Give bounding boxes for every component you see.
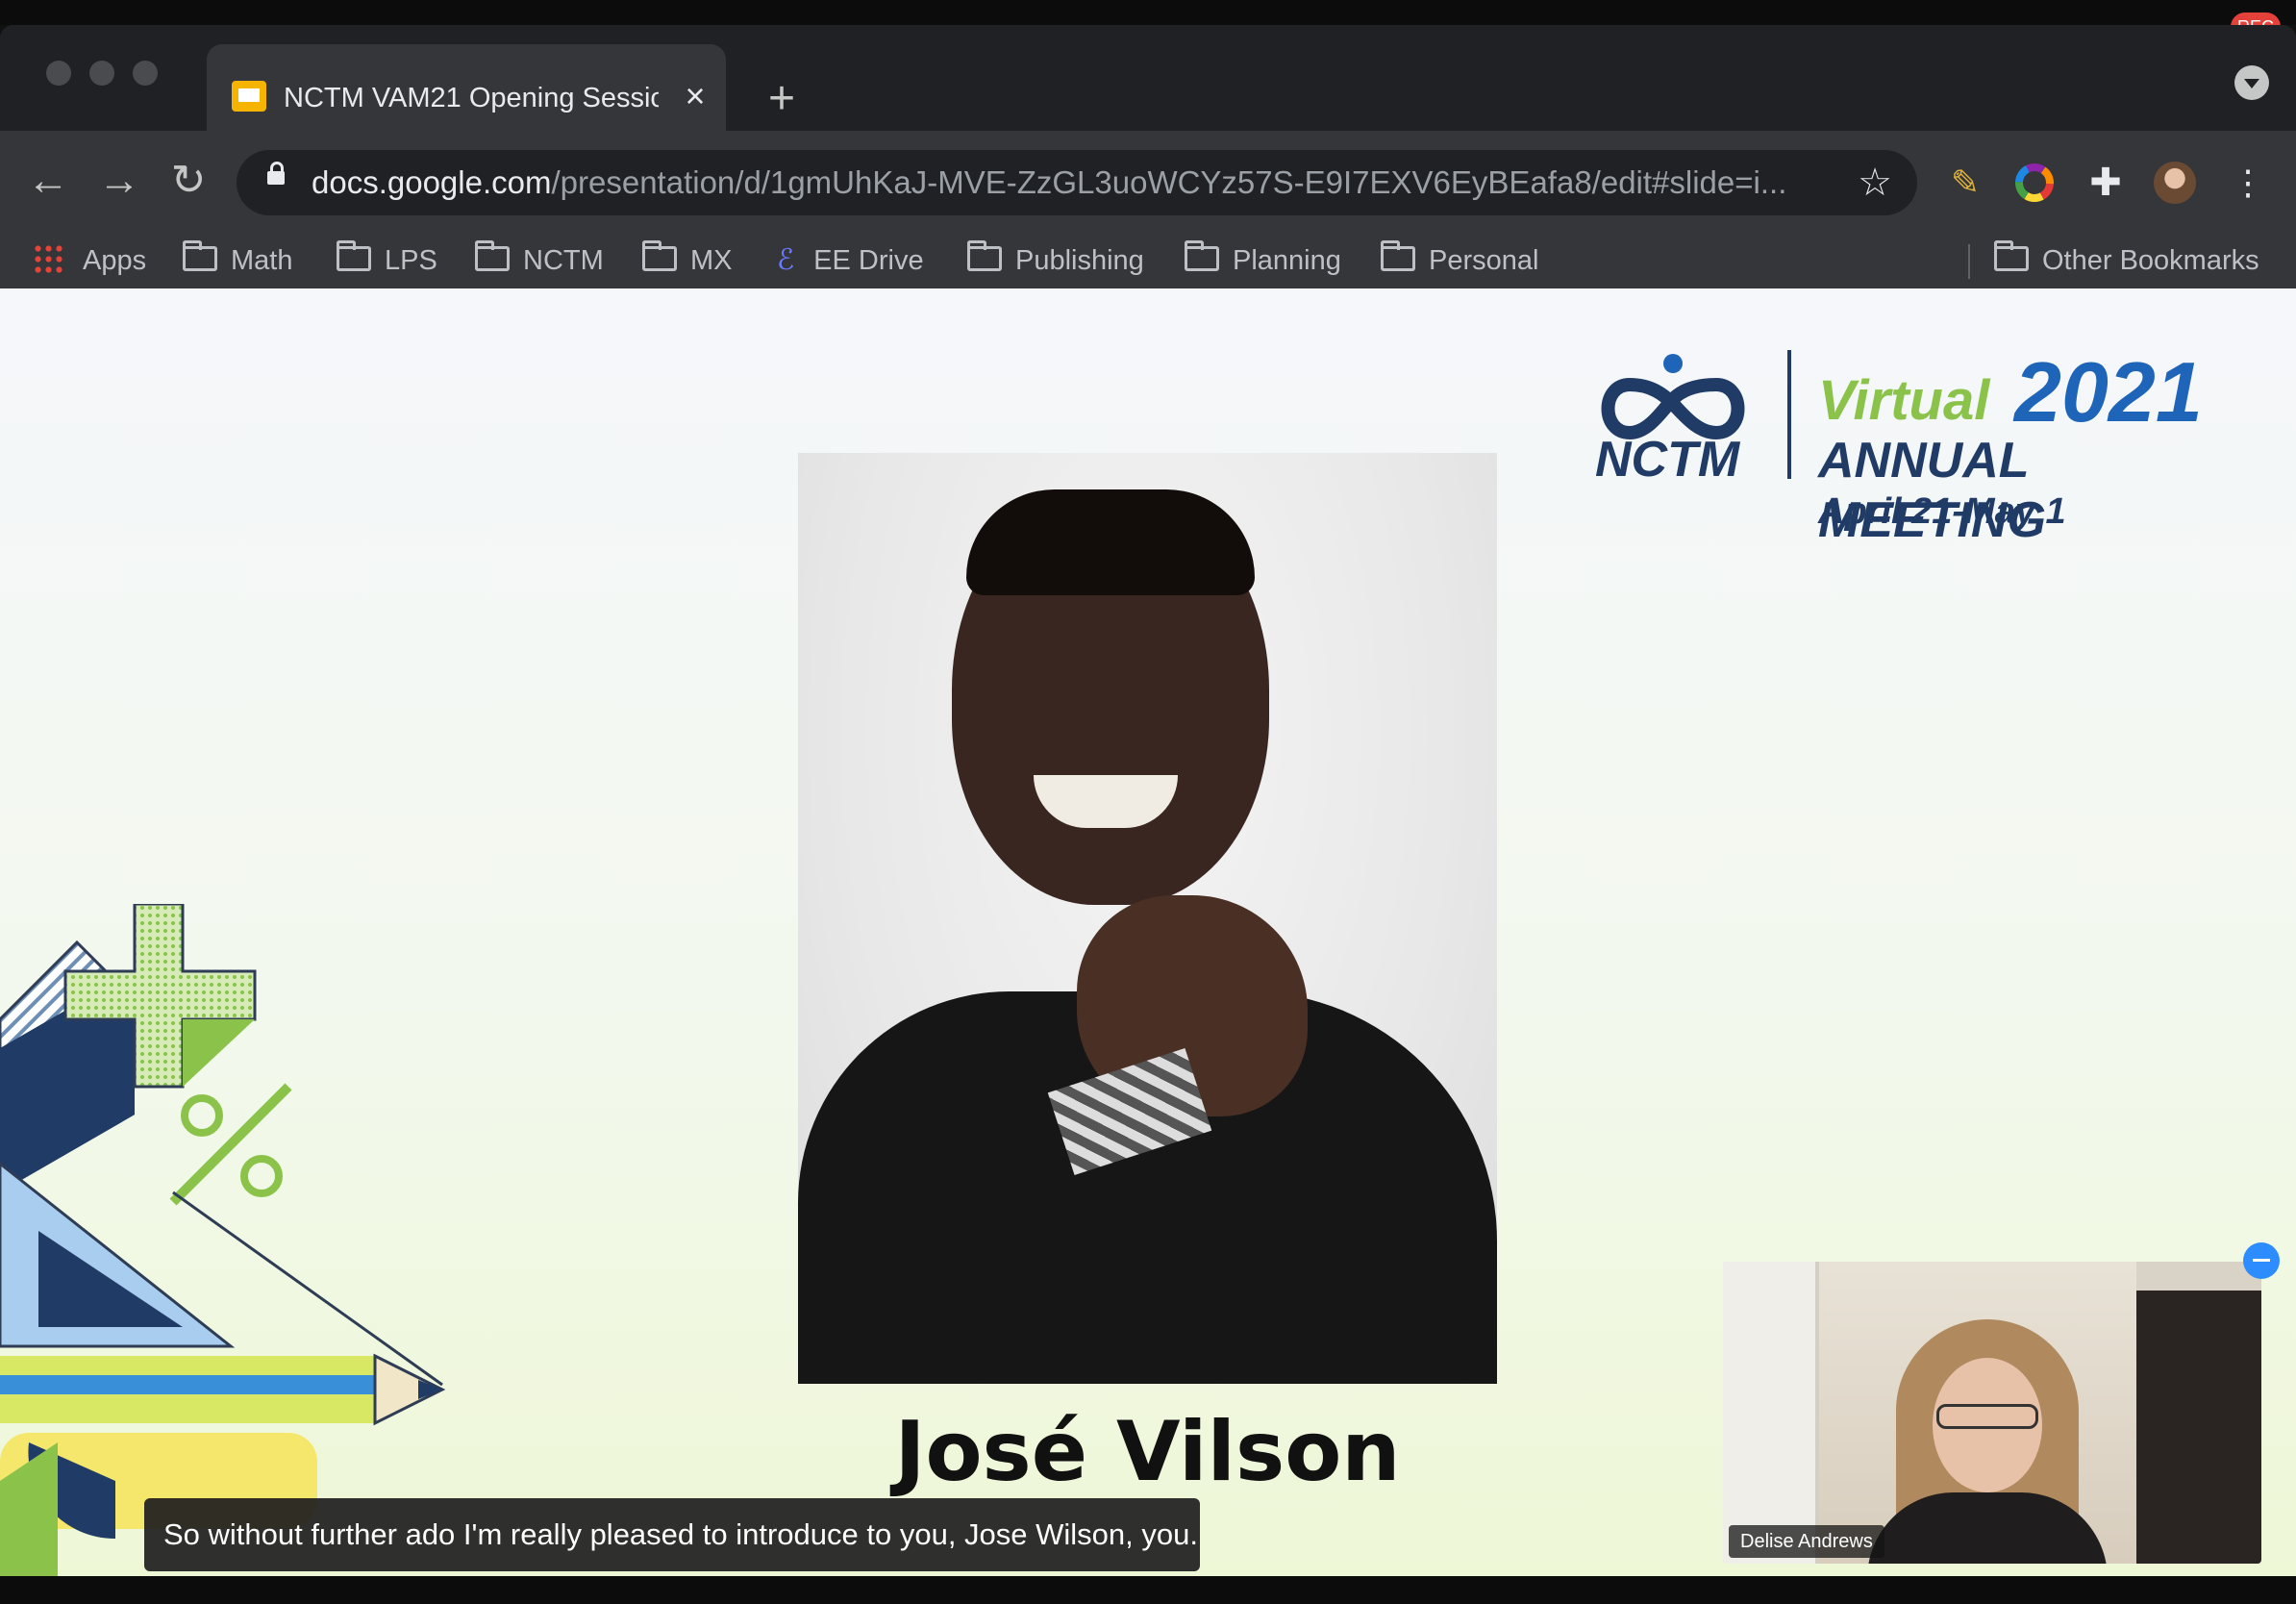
bookmark-publishing[interactable]: Publishing bbox=[967, 237, 1144, 285]
bookmark-math[interactable]: Math bbox=[183, 237, 292, 285]
bookmark-label: Math bbox=[231, 245, 293, 276]
address-bar[interactable]: docs.google.com/presentation/d/1gmUhKaJ-… bbox=[237, 150, 1917, 215]
bookmark-label: EE Drive bbox=[813, 245, 924, 276]
url-path: /presentation/d/1gmUhKaJ-MVE-ZzGL3uoWCYz… bbox=[551, 164, 1787, 200]
folder-icon bbox=[967, 240, 1002, 272]
bookmark-lps[interactable]: LPS bbox=[337, 237, 437, 285]
reload-icon[interactable]: ↻ bbox=[160, 152, 217, 210]
bookmark-mx[interactable]: MX bbox=[642, 237, 733, 285]
bookmark-nctm[interactable]: NCTM bbox=[475, 237, 604, 285]
folder-icon bbox=[1381, 240, 1415, 272]
profile-avatar[interactable] bbox=[2152, 160, 2198, 206]
video-background-shelf bbox=[2136, 1291, 2261, 1564]
url-host: docs.google.com bbox=[312, 164, 552, 200]
math-shapes-illustration bbox=[0, 904, 446, 1576]
tab-active[interactable]: NCTM VAM21 Opening Sessio × bbox=[207, 44, 726, 131]
bookmark-planning[interactable]: Planning bbox=[1185, 237, 1341, 285]
bookmark-personal[interactable]: Personal bbox=[1381, 237, 1538, 285]
meeting-top-strip bbox=[0, 0, 2296, 25]
folder-icon bbox=[1185, 240, 1219, 272]
browser-toolbar: ← → ↻ docs.google.com/presentation/d/1gm… bbox=[0, 131, 2296, 235]
video-background-door bbox=[1723, 1262, 1819, 1564]
bookmark-label: MX bbox=[690, 245, 733, 276]
logo-divider bbox=[1787, 350, 1791, 479]
bookmarks-divider bbox=[1968, 244, 1970, 279]
slides-favicon-icon bbox=[232, 81, 266, 112]
color-wheel-extension-icon[interactable] bbox=[2011, 160, 2058, 206]
bookmark-label: NCTM bbox=[523, 245, 604, 276]
minimize-video-icon[interactable] bbox=[2243, 1242, 2280, 1279]
speaker-photo bbox=[798, 453, 1497, 1384]
folder-icon bbox=[475, 240, 510, 272]
bookmark-label: Publishing bbox=[1015, 245, 1144, 276]
folder-icon bbox=[337, 240, 371, 272]
logo-year: 2021 bbox=[2014, 344, 2203, 439]
bookmark-star-icon[interactable]: ☆ bbox=[1852, 160, 1898, 206]
bookmark-label: LPS bbox=[385, 245, 437, 276]
window-close-dot[interactable] bbox=[46, 61, 71, 86]
bookmark-label: Planning bbox=[1233, 245, 1341, 276]
participant-glasses bbox=[1936, 1404, 2038, 1429]
participant-video[interactable]: Delise Andrews bbox=[1723, 1262, 2261, 1564]
forward-arrow-icon[interactable]: → bbox=[90, 152, 148, 210]
bookmark-label: Personal bbox=[1429, 245, 1539, 276]
tab-close-icon[interactable]: × bbox=[676, 77, 714, 115]
tab-title: NCTM VAM21 Opening Sessio bbox=[284, 83, 659, 113]
other-bookmarks[interactable]: Other Bookmarks bbox=[1994, 237, 2259, 285]
pen-extension-icon[interactable]: ✎ bbox=[1942, 160, 1988, 206]
bookmarks-bar: Apps Math LPS NCTM MX ℰ EE Drive Publishi… bbox=[0, 235, 2296, 288]
tab-strip: NCTM VAM21 Opening Sessio × + bbox=[0, 25, 2296, 131]
extensions-puzzle-icon[interactable]: ✚ bbox=[2083, 160, 2129, 206]
bookmark-apps[interactable]: Apps bbox=[33, 237, 146, 285]
window-minimize-dot[interactable] bbox=[89, 61, 114, 86]
caption-text: So without further ado I'm really please… bbox=[163, 1517, 1198, 1551]
speaker-name: José Vilson bbox=[894, 1404, 1401, 1500]
ee-icon: ℰ bbox=[777, 244, 795, 276]
folder-icon bbox=[1994, 240, 2029, 272]
speaker-hair bbox=[966, 489, 1255, 595]
new-tab-button[interactable]: + bbox=[758, 75, 806, 123]
nctm-annual-meeting-logo: NCTM Virtual 2021 ANNUAL MEETING April 2… bbox=[1591, 346, 2245, 549]
bookmark-label: Apps bbox=[83, 245, 147, 276]
browser-menu-icon[interactable]: ⋮ bbox=[2225, 160, 2271, 206]
apps-grid-icon bbox=[33, 243, 63, 275]
folder-icon bbox=[642, 240, 677, 272]
folder-icon bbox=[183, 240, 217, 272]
url-text[interactable]: docs.google.com/presentation/d/1gmUhKaJ-… bbox=[312, 163, 1811, 202]
logo-virtual: Virtual bbox=[1818, 369, 1990, 432]
bookmark-ee-drive[interactable]: ℰ EE Drive bbox=[777, 237, 924, 285]
bookmark-label: Other Bookmarks bbox=[2042, 245, 2259, 276]
back-arrow-icon[interactable]: ← bbox=[19, 152, 77, 210]
window-zoom-dot[interactable] bbox=[133, 61, 158, 86]
tab-search-icon[interactable] bbox=[2234, 65, 2269, 100]
logo-event: ANNUAL MEETING bbox=[1818, 433, 2046, 548]
live-caption: So without further ado I'm really please… bbox=[144, 1498, 1200, 1571]
logo-dates: April 21-May 1 bbox=[1818, 491, 2066, 532]
lock-icon bbox=[267, 162, 285, 185]
logo-org: NCTM bbox=[1595, 432, 1740, 488]
meeting-bottom-strip bbox=[0, 1576, 2296, 1604]
participant-name-label: Delise Andrews bbox=[1729, 1525, 1884, 1558]
